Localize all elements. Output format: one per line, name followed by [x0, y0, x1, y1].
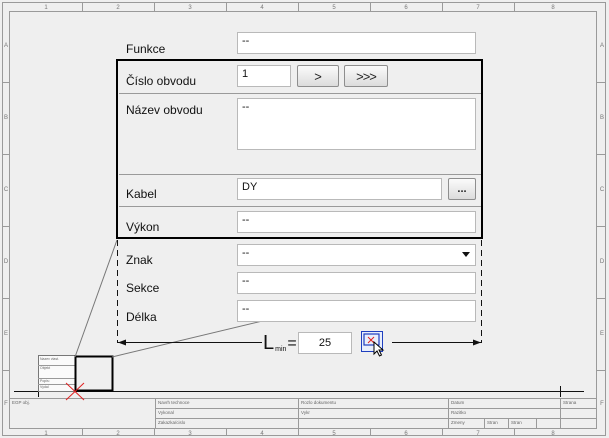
cislo-obvodu-field[interactable]: 1 [237, 65, 291, 87]
pick-length-button[interactable] [361, 331, 385, 357]
row-letter-right: A [600, 43, 604, 49]
length-symbol: L [263, 332, 275, 354]
chevron-down-icon [462, 252, 470, 257]
row-letter-right: E [600, 331, 604, 337]
znak-label: Znak [126, 253, 153, 267]
nazev-obvodu-field[interactable]: -- [237, 98, 476, 150]
tb-r3c6: Stran [511, 420, 522, 425]
row-letter-right: F [600, 401, 604, 407]
kabel-field[interactable]: DY [237, 178, 442, 200]
separator [119, 206, 481, 207]
length-subscript: min [275, 346, 287, 353]
row-letter-right: C [600, 187, 605, 193]
next-circuit-button[interactable]: > [297, 65, 339, 87]
row-letter-left: F [4, 401, 8, 407]
sekce-label: Sekce [126, 281, 160, 295]
row-letter-left: D [4, 259, 9, 265]
svg-text:Nazev vlast.: Nazev vlast. [40, 357, 59, 361]
length-min-field[interactable]: 25 [298, 332, 352, 354]
length-equals: = [287, 335, 297, 352]
last-circuit-button[interactable]: >>> [344, 65, 388, 87]
row-letter-left: B [4, 115, 8, 121]
row-letter-left: E [4, 331, 8, 337]
delka-label: Délka [126, 310, 157, 324]
tb-r3c4: Zmeny [451, 420, 466, 425]
cislo-obvodu-label: Číslo obvodu [126, 74, 197, 88]
tb-r3c2: Zakazka/cislo [158, 420, 186, 425]
znak-select-value: -- [242, 247, 250, 259]
vykon-label: Výkon [126, 220, 160, 234]
row-letter-right: B [600, 115, 604, 121]
svg-text:Popis:: Popis: [40, 379, 50, 383]
tb-r1c4: Datum [451, 400, 465, 405]
row-letter-left: C [4, 187, 9, 193]
funkce-field[interactable]: -- [237, 32, 476, 54]
kabel-label: Kabel [126, 187, 157, 201]
tb-r2c4: Razitko [451, 410, 467, 415]
tb-r1c5: Strana [563, 400, 577, 405]
tb-r1c1: EGP obj. [12, 400, 30, 405]
vykon-field[interactable]: -- [237, 211, 476, 233]
separator [119, 174, 481, 175]
znak-select[interactable]: -- [237, 244, 476, 266]
funkce-label: Funkce [126, 42, 166, 56]
tb-r1c3: Rozlo dokumentu [301, 400, 337, 405]
kabel-browse-button[interactable]: ... [448, 178, 476, 200]
row-letter-right: D [600, 259, 605, 265]
length-min-label: L min = [263, 331, 297, 353]
svg-text:Objekt: Objekt [40, 366, 50, 370]
svg-text:Vydal: Vydal [40, 385, 49, 389]
nazev-obvodu-label: Název obvodu [126, 103, 203, 117]
sekce-field[interactable]: -- [237, 272, 476, 294]
row-letter-left: A [4, 43, 8, 49]
mouse-pointer-icon [373, 341, 385, 357]
tb-r2c3: Vykr [301, 410, 310, 415]
tb-r2c2: Vykonal [158, 410, 174, 415]
tb-r1c2: Navrh technoce [158, 400, 190, 405]
delka-field[interactable]: -- [237, 300, 476, 322]
separator [119, 93, 481, 94]
tb-r3c5: Stran [487, 420, 498, 425]
